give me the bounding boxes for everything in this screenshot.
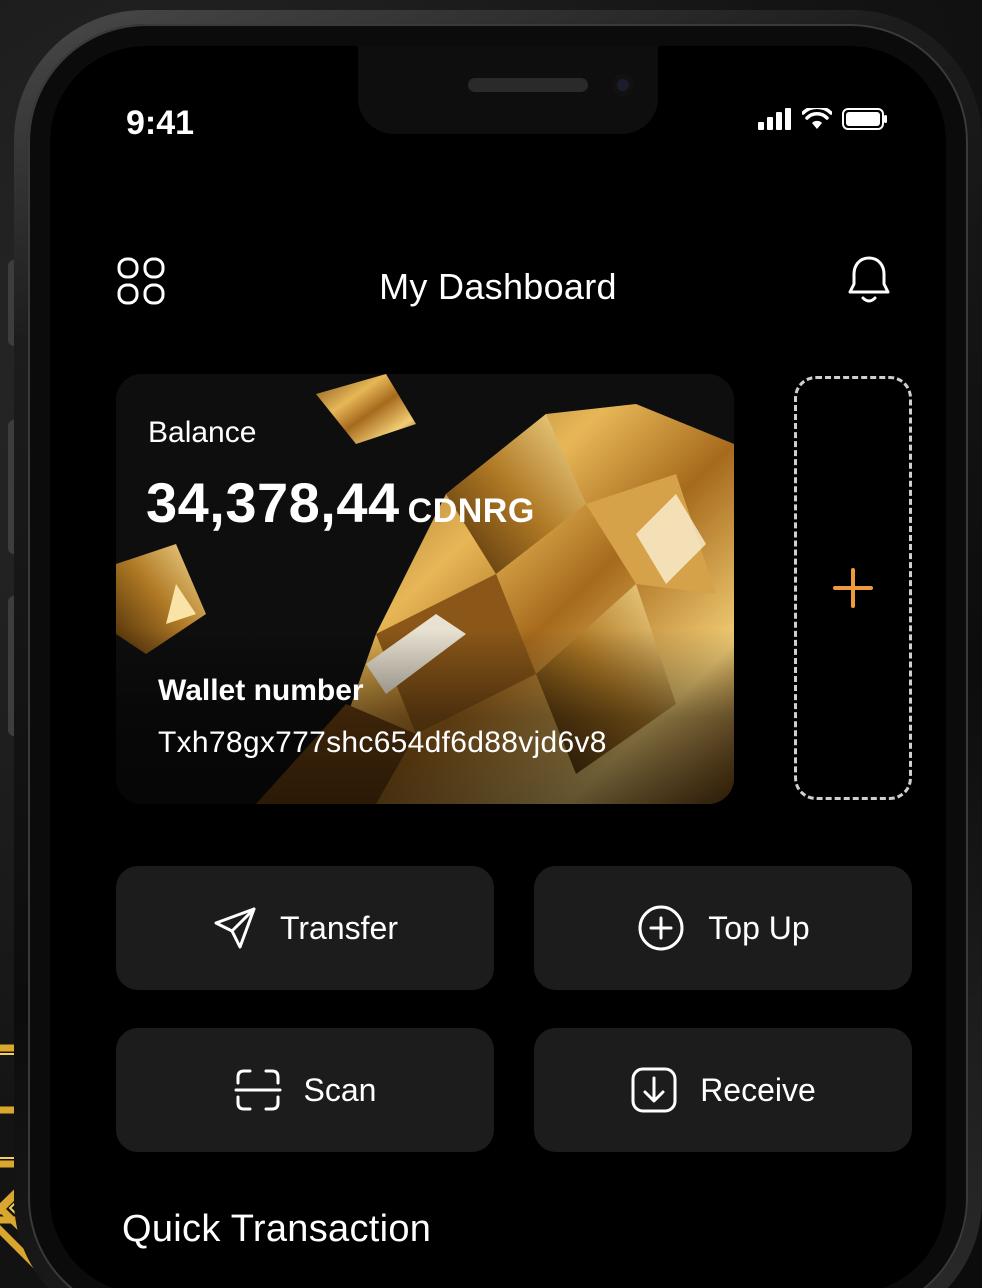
phone-frame: 9:41 My Dashboard Balance 34,378,44 CDNR… <box>14 10 982 1288</box>
battery-icon <box>842 108 887 130</box>
scan-icon <box>234 1069 282 1111</box>
bell-icon[interactable] <box>848 254 890 306</box>
balance-label: Balance <box>148 416 257 449</box>
balance-value: 34,378,44 <box>146 471 400 534</box>
dashboard-header: My Dashboard <box>50 236 946 326</box>
page-title: My Dashboard <box>379 266 617 307</box>
receive-label: Receive <box>700 1071 816 1108</box>
signal-icon <box>758 108 791 130</box>
transfer-label: Transfer <box>280 909 398 946</box>
phone-screen: 9:41 My Dashboard Balance 34,378,44 CDNR… <box>50 46 946 1288</box>
top-up-label: Top Up <box>708 909 810 946</box>
card-shade <box>116 629 734 804</box>
top-up-button[interactable]: Top Up <box>534 866 912 990</box>
wifi-icon <box>802 108 832 129</box>
phone-bezel: 9:41 My Dashboard Balance 34,378,44 CDNR… <box>28 24 968 1288</box>
balance-card[interactable]: Balance 34,378,44 CDNRG Wallet number Txh… <box>116 374 734 804</box>
scan-label: Scan <box>303 1071 377 1108</box>
plus-icon <box>833 568 873 608</box>
download-icon <box>631 1067 677 1113</box>
status-time: 9:41 <box>126 104 195 142</box>
camera-icon <box>612 74 634 96</box>
add-card-button[interactable] <box>794 376 912 800</box>
scan-button[interactable]: Scan <box>116 1028 494 1152</box>
wallet-number[interactable]: Txh78gx777shc654df6d88vjd6v8 <box>158 726 607 760</box>
balance-amount: 34,378,44 CDNRG <box>146 470 535 535</box>
wallet-number-label: Wallet number <box>158 674 364 707</box>
plus-circle-icon <box>638 905 684 951</box>
receive-button[interactable]: Receive <box>534 1028 912 1152</box>
status-icons <box>758 108 888 130</box>
notch <box>358 46 658 134</box>
transfer-button[interactable]: Transfer <box>116 866 494 990</box>
send-icon <box>214 907 256 949</box>
quick-transaction-title: Quick Transaction <box>122 1208 432 1250</box>
speaker-grille <box>468 78 588 92</box>
balance-currency: CDNRG <box>407 492 535 530</box>
